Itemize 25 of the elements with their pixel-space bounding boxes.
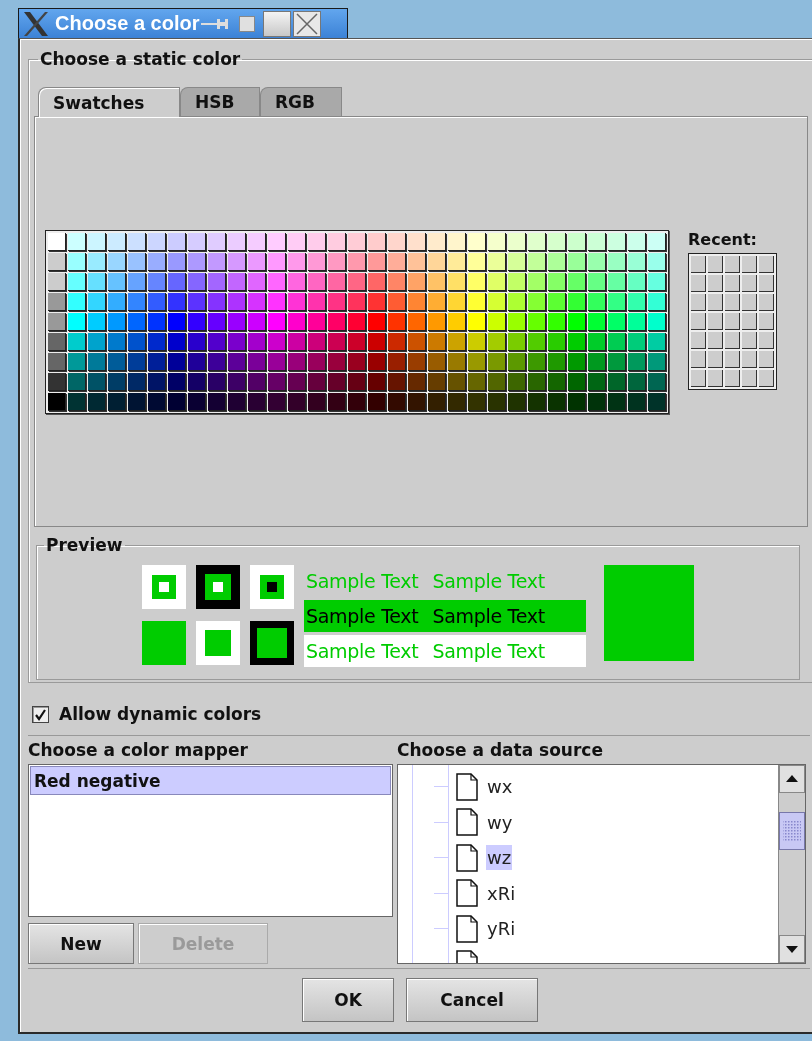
tab[interactable]: Swatches	[38, 87, 180, 117]
button[interactable]: OK	[302, 978, 394, 1022]
group-title: Choose a static color	[39, 49, 242, 69]
tab[interactable]: RGB	[260, 87, 342, 116]
button[interactable]: New	[28, 923, 134, 964]
recent-label: Recent:	[688, 229, 758, 249]
checkbox-label: Allow dynamic colors	[59, 704, 262, 724]
window-title: Choose a color	[55, 12, 200, 35]
sample-text: Sample Text	[432, 605, 545, 627]
section-title: Choose a color mapper	[28, 739, 249, 762]
tree-item[interactable]: yRi	[486, 916, 517, 942]
tree-item[interactable]: wy	[486, 809, 514, 835]
tree-item[interactable]: xRi	[486, 880, 517, 906]
group-title: Preview	[45, 535, 124, 555]
sample-text: Sample Text	[306, 640, 419, 662]
sample-text: Sample Text	[432, 570, 545, 592]
tree-item[interactable]: wz	[486, 845, 513, 871]
tree-item[interactable]: wx	[486, 774, 514, 800]
sample-text: Sample Text	[432, 640, 545, 662]
tab[interactable]: HSB	[180, 87, 260, 116]
button[interactable]: Cancel	[406, 978, 538, 1022]
list-item[interactable]: Red negative	[30, 766, 391, 795]
sample-text: Sample Text	[306, 570, 419, 592]
sample-text: Sample Text	[306, 605, 419, 627]
section-title: Choose a data source	[397, 739, 604, 762]
